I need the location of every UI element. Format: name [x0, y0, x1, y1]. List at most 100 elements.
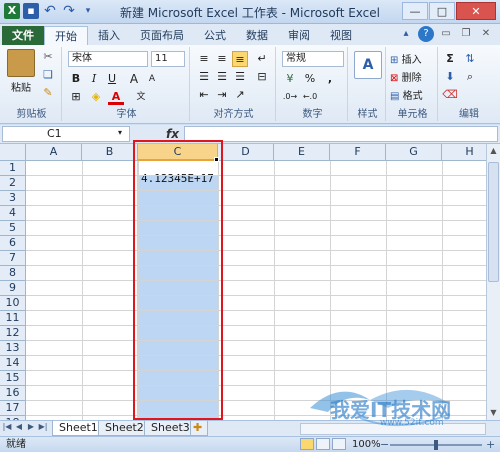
workbook-close-icon[interactable]: ✕ — [478, 26, 494, 42]
minimize-button[interactable]: — — [402, 2, 428, 20]
row-header[interactable]: 16 — [0, 386, 26, 401]
tab-home[interactable]: 开始 — [44, 26, 88, 45]
insert-function-button[interactable]: fx — [166, 127, 179, 141]
first-sheet-icon[interactable]: |◀ — [2, 422, 12, 431]
zoom-level[interactable]: 100% — [352, 437, 381, 452]
row-header[interactable]: 2 — [0, 176, 26, 191]
name-box[interactable]: C1 — [2, 126, 130, 142]
clear-icon[interactable]: ⌫ — [442, 87, 458, 103]
help-icon[interactable]: ? — [418, 26, 434, 42]
merge-center-icon[interactable]: ⊟ — [254, 69, 270, 85]
page-break-view-icon[interactable] — [332, 438, 346, 450]
page-layout-view-icon[interactable] — [316, 438, 330, 450]
collapse-ribbon-icon[interactable]: ▴ — [398, 26, 414, 42]
vertical-scrollbar[interactable]: ▲ ▼ — [486, 144, 500, 420]
maximize-button[interactable]: □ — [429, 2, 455, 20]
font-size-select[interactable]: 11 — [151, 51, 185, 67]
insert-cells-button[interactable]: ⊞ 插入 — [390, 51, 436, 66]
borders-icon[interactable]: ⊞ — [68, 89, 84, 105]
phonetic-icon[interactable]: 文 — [130, 89, 152, 105]
column-header-f[interactable]: F — [330, 144, 386, 161]
last-sheet-icon[interactable]: ▶| — [38, 422, 48, 431]
decrease-indent-icon[interactable]: ⇤ — [196, 87, 212, 103]
tab-file[interactable]: 文件 — [2, 26, 44, 45]
underline-button[interactable]: U — [104, 71, 120, 87]
increase-indent-icon[interactable]: ⇥ — [214, 87, 230, 103]
tab-formulas[interactable]: 公式 — [194, 26, 236, 45]
align-left-icon[interactable]: ☰ — [196, 69, 212, 85]
sheet-tab-sheet3[interactable]: Sheet3 — [144, 421, 197, 436]
sheet-tab-sheet1[interactable]: Sheet1 — [52, 421, 105, 436]
next-sheet-icon[interactable]: ▶ — [26, 422, 36, 431]
name-box-dropdown-icon[interactable]: ▾ — [118, 128, 122, 137]
row-header[interactable]: 3 — [0, 191, 26, 206]
row-header[interactable]: 6 — [0, 236, 26, 251]
zoom-out-icon[interactable]: − — [380, 437, 389, 452]
sort-filter-icon[interactable]: ⇅ — [462, 51, 478, 67]
row-header[interactable]: 17 — [0, 401, 26, 416]
formula-input[interactable] — [184, 126, 498, 142]
font-grow-icon[interactable]: A — [126, 71, 142, 87]
format-painter-icon[interactable]: ✎ — [40, 85, 56, 101]
increase-decimal-icon[interactable]: .0→ — [282, 89, 298, 105]
row-header[interactable]: 14 — [0, 356, 26, 371]
select-all-corner[interactable] — [0, 144, 26, 161]
row-header[interactable]: 1 — [0, 161, 26, 176]
font-color-icon[interactable]: A — [108, 89, 124, 105]
find-select-icon[interactable]: ⌕ — [462, 69, 478, 85]
row-header[interactable]: 11 — [0, 311, 26, 326]
column-header-b[interactable]: B — [82, 144, 138, 161]
align-middle-icon[interactable]: ≡ — [214, 51, 230, 67]
format-cells-button[interactable]: ▤ 格式 — [390, 87, 436, 102]
italic-button[interactable]: I — [86, 71, 102, 87]
align-right-icon[interactable]: ☰ — [232, 69, 248, 85]
cut-icon[interactable]: ✂ — [40, 49, 56, 65]
decrease-decimal-icon[interactable]: ←.0 — [302, 89, 318, 105]
percent-style-button[interactable]: % — [302, 71, 318, 87]
wrap-text-icon[interactable]: ↵ — [254, 51, 270, 67]
tab-insert[interactable]: 插入 — [88, 26, 130, 45]
align-top-icon[interactable]: ≡ — [196, 51, 212, 67]
scroll-down-icon[interactable]: ▼ — [487, 406, 500, 420]
horizontal-scrollbar[interactable] — [300, 423, 486, 435]
fill-color-icon[interactable]: ◈ — [88, 89, 104, 105]
row-header[interactable]: 4 — [0, 206, 26, 221]
sheet-tab-sheet2[interactable]: Sheet2 — [98, 421, 151, 436]
column-header-a[interactable]: A — [26, 144, 82, 161]
accounting-format-icon[interactable]: ¥ — [282, 71, 298, 87]
row-header[interactable]: 15 — [0, 371, 26, 386]
autosum-button[interactable]: Σ — [442, 51, 458, 67]
column-header-g[interactable]: G — [386, 144, 442, 161]
row-header[interactable]: 7 — [0, 251, 26, 266]
font-name-select[interactable]: 宋体 — [68, 51, 148, 67]
tab-view[interactable]: 视图 — [320, 26, 362, 45]
row-header[interactable]: 5 — [0, 221, 26, 236]
align-bottom-icon[interactable]: ≡ — [232, 51, 248, 67]
comma-style-button[interactable]: , — [322, 71, 338, 87]
scroll-up-icon[interactable]: ▲ — [487, 144, 500, 158]
insert-sheet-icon[interactable]: ✚ — [190, 421, 208, 436]
fill-icon[interactable]: ⬇ — [442, 69, 458, 85]
column-header-h[interactable]: H — [442, 144, 486, 161]
scroll-thumb[interactable] — [488, 162, 499, 282]
row-header[interactable]: 10 — [0, 296, 26, 311]
number-format-select[interactable]: 常规 — [282, 51, 344, 67]
normal-view-icon[interactable] — [300, 438, 314, 450]
column-header-e[interactable]: E — [274, 144, 330, 161]
zoom-slider[interactable] — [390, 440, 482, 450]
row-header[interactable]: 12 — [0, 326, 26, 341]
row-header[interactable]: 13 — [0, 341, 26, 356]
zoom-slider-knob[interactable] — [434, 440, 438, 450]
column-header-d[interactable]: D — [218, 144, 274, 161]
styles-button[interactable]: A — [354, 51, 382, 81]
paste-button[interactable]: 粘贴 — [6, 49, 36, 94]
orientation-icon[interactable]: ↗ — [232, 87, 248, 103]
close-button[interactable]: ✕ — [456, 2, 496, 20]
bold-button[interactable]: B — [68, 71, 84, 87]
workbook-minimize-icon[interactable]: ▭ — [438, 26, 454, 42]
fill-handle[interactable] — [214, 157, 219, 162]
font-shrink-icon[interactable]: A — [144, 71, 160, 87]
tab-review[interactable]: 审阅 — [278, 26, 320, 45]
copy-icon[interactable]: ❏ — [40, 67, 56, 83]
row-header[interactable]: 8 — [0, 266, 26, 281]
